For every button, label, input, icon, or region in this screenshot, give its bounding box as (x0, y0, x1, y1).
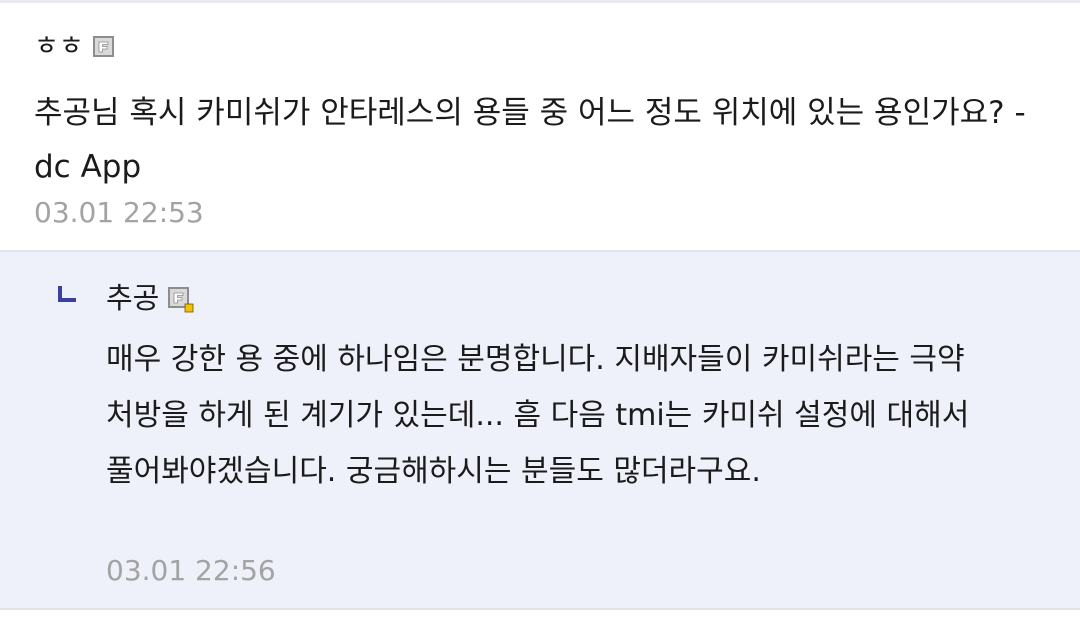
reply-arrow-icon (58, 284, 78, 304)
gallog-icon[interactable] (92, 35, 116, 59)
reply-date: 03.01 22:56 (106, 554, 276, 587)
gallog-fixed-icon[interactable] (167, 286, 194, 313)
reply-author-name[interactable]: 추공 (106, 278, 159, 318)
bottom-area (0, 610, 1080, 618)
comment-date: 03.01 22:53 (34, 196, 204, 229)
reply-item: 추공 매우 강한 용 중에 하나임은 분명합니다. 지배자들이 카미쉬라는 극약… (0, 252, 1080, 608)
reply-author-row: 추공 (106, 276, 194, 320)
comment-author-row: ㅎㅎ (34, 27, 116, 67)
reply-text: 매우 강한 용 중에 하나임은 분명합니다. 지배자들이 카미쉬라는 극약 처방… (106, 342, 979, 489)
comment-item: ㅎㅎ 추공님 혹시 카미쉬가 안타레스의 용들 중 어느 정도 위치에 있는 용… (0, 3, 1080, 251)
comment-text: 추공님 혹시 카미쉬가 안타레스의 용들 중 어느 정도 위치에 있는 용인가요… (34, 95, 1036, 185)
comment-author-name[interactable]: ㅎㅎ (34, 27, 84, 67)
